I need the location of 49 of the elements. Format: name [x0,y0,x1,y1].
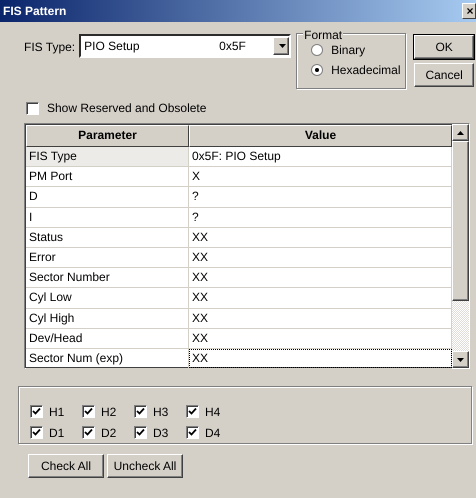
checkbox[interactable] [30,405,43,418]
checkbox[interactable] [134,405,147,418]
table-cell: I [26,208,189,227]
checkbox-label: D1 [49,424,64,442]
fis-type-label: FIS Type: [24,39,76,56]
table-cell: Dev/Head [26,328,189,348]
scroll-up-button[interactable] [452,124,469,141]
table-cell: Sector Num (exp) [26,348,189,368]
table-cell: XX [189,348,452,368]
checkbox[interactable] [30,426,43,439]
table-cell: FIS Type [26,147,189,166]
dialog-button[interactable]: OK [414,35,474,59]
checkbox[interactable] [186,426,199,439]
dialog-button[interactable]: Check All [28,454,104,478]
checkbox[interactable] [186,405,199,418]
checkbox-label: D4 [205,424,220,442]
checkbox[interactable] [134,426,147,439]
table-cell: PM Port [26,167,189,186]
table-cell: Cyl Low [26,288,189,308]
window-title: FIS Pattern [3,3,66,20]
fis-type-dropdown[interactable]: PIO Setup 0x5F [79,34,292,58]
radio-button[interactable] [311,64,324,76]
checkbox-label: D2 [101,424,116,442]
table-cell: Error [26,248,189,268]
column-header[interactable]: Parameter [26,125,189,147]
dialog-button[interactable]: Cancel [414,63,474,87]
table-cell: D [26,187,189,207]
checkbox-label: H4 [205,404,220,420]
close-button[interactable]: × [462,3,476,19]
scroll-down-button[interactable] [452,351,469,368]
checkbox-label: H2 [101,404,116,420]
checkbox[interactable] [82,426,95,439]
down-arrow-icon [457,358,464,362]
checkbox[interactable] [82,405,95,418]
table-cell: Sector Number [26,268,189,288]
radio-button[interactable] [311,44,324,56]
radio-label: Binary [331,42,366,59]
table-cell: Cyl High [26,308,189,328]
checkbox-label: D3 [153,424,168,442]
checkbox-label: H1 [49,404,64,420]
scrollbar-thumb[interactable] [452,141,469,301]
radio-label: Hexadecimal [331,62,401,79]
up-arrow-icon [457,130,464,134]
checkbox[interactable] [26,102,39,114]
dialog-button[interactable]: Uncheck All [107,454,183,478]
checkbox-label: H3 [153,404,168,420]
column-header[interactable]: Value [189,125,452,147]
table-cell: Status [26,228,189,247]
checkbox-label: Show Reserved and Obsolete [47,100,206,117]
